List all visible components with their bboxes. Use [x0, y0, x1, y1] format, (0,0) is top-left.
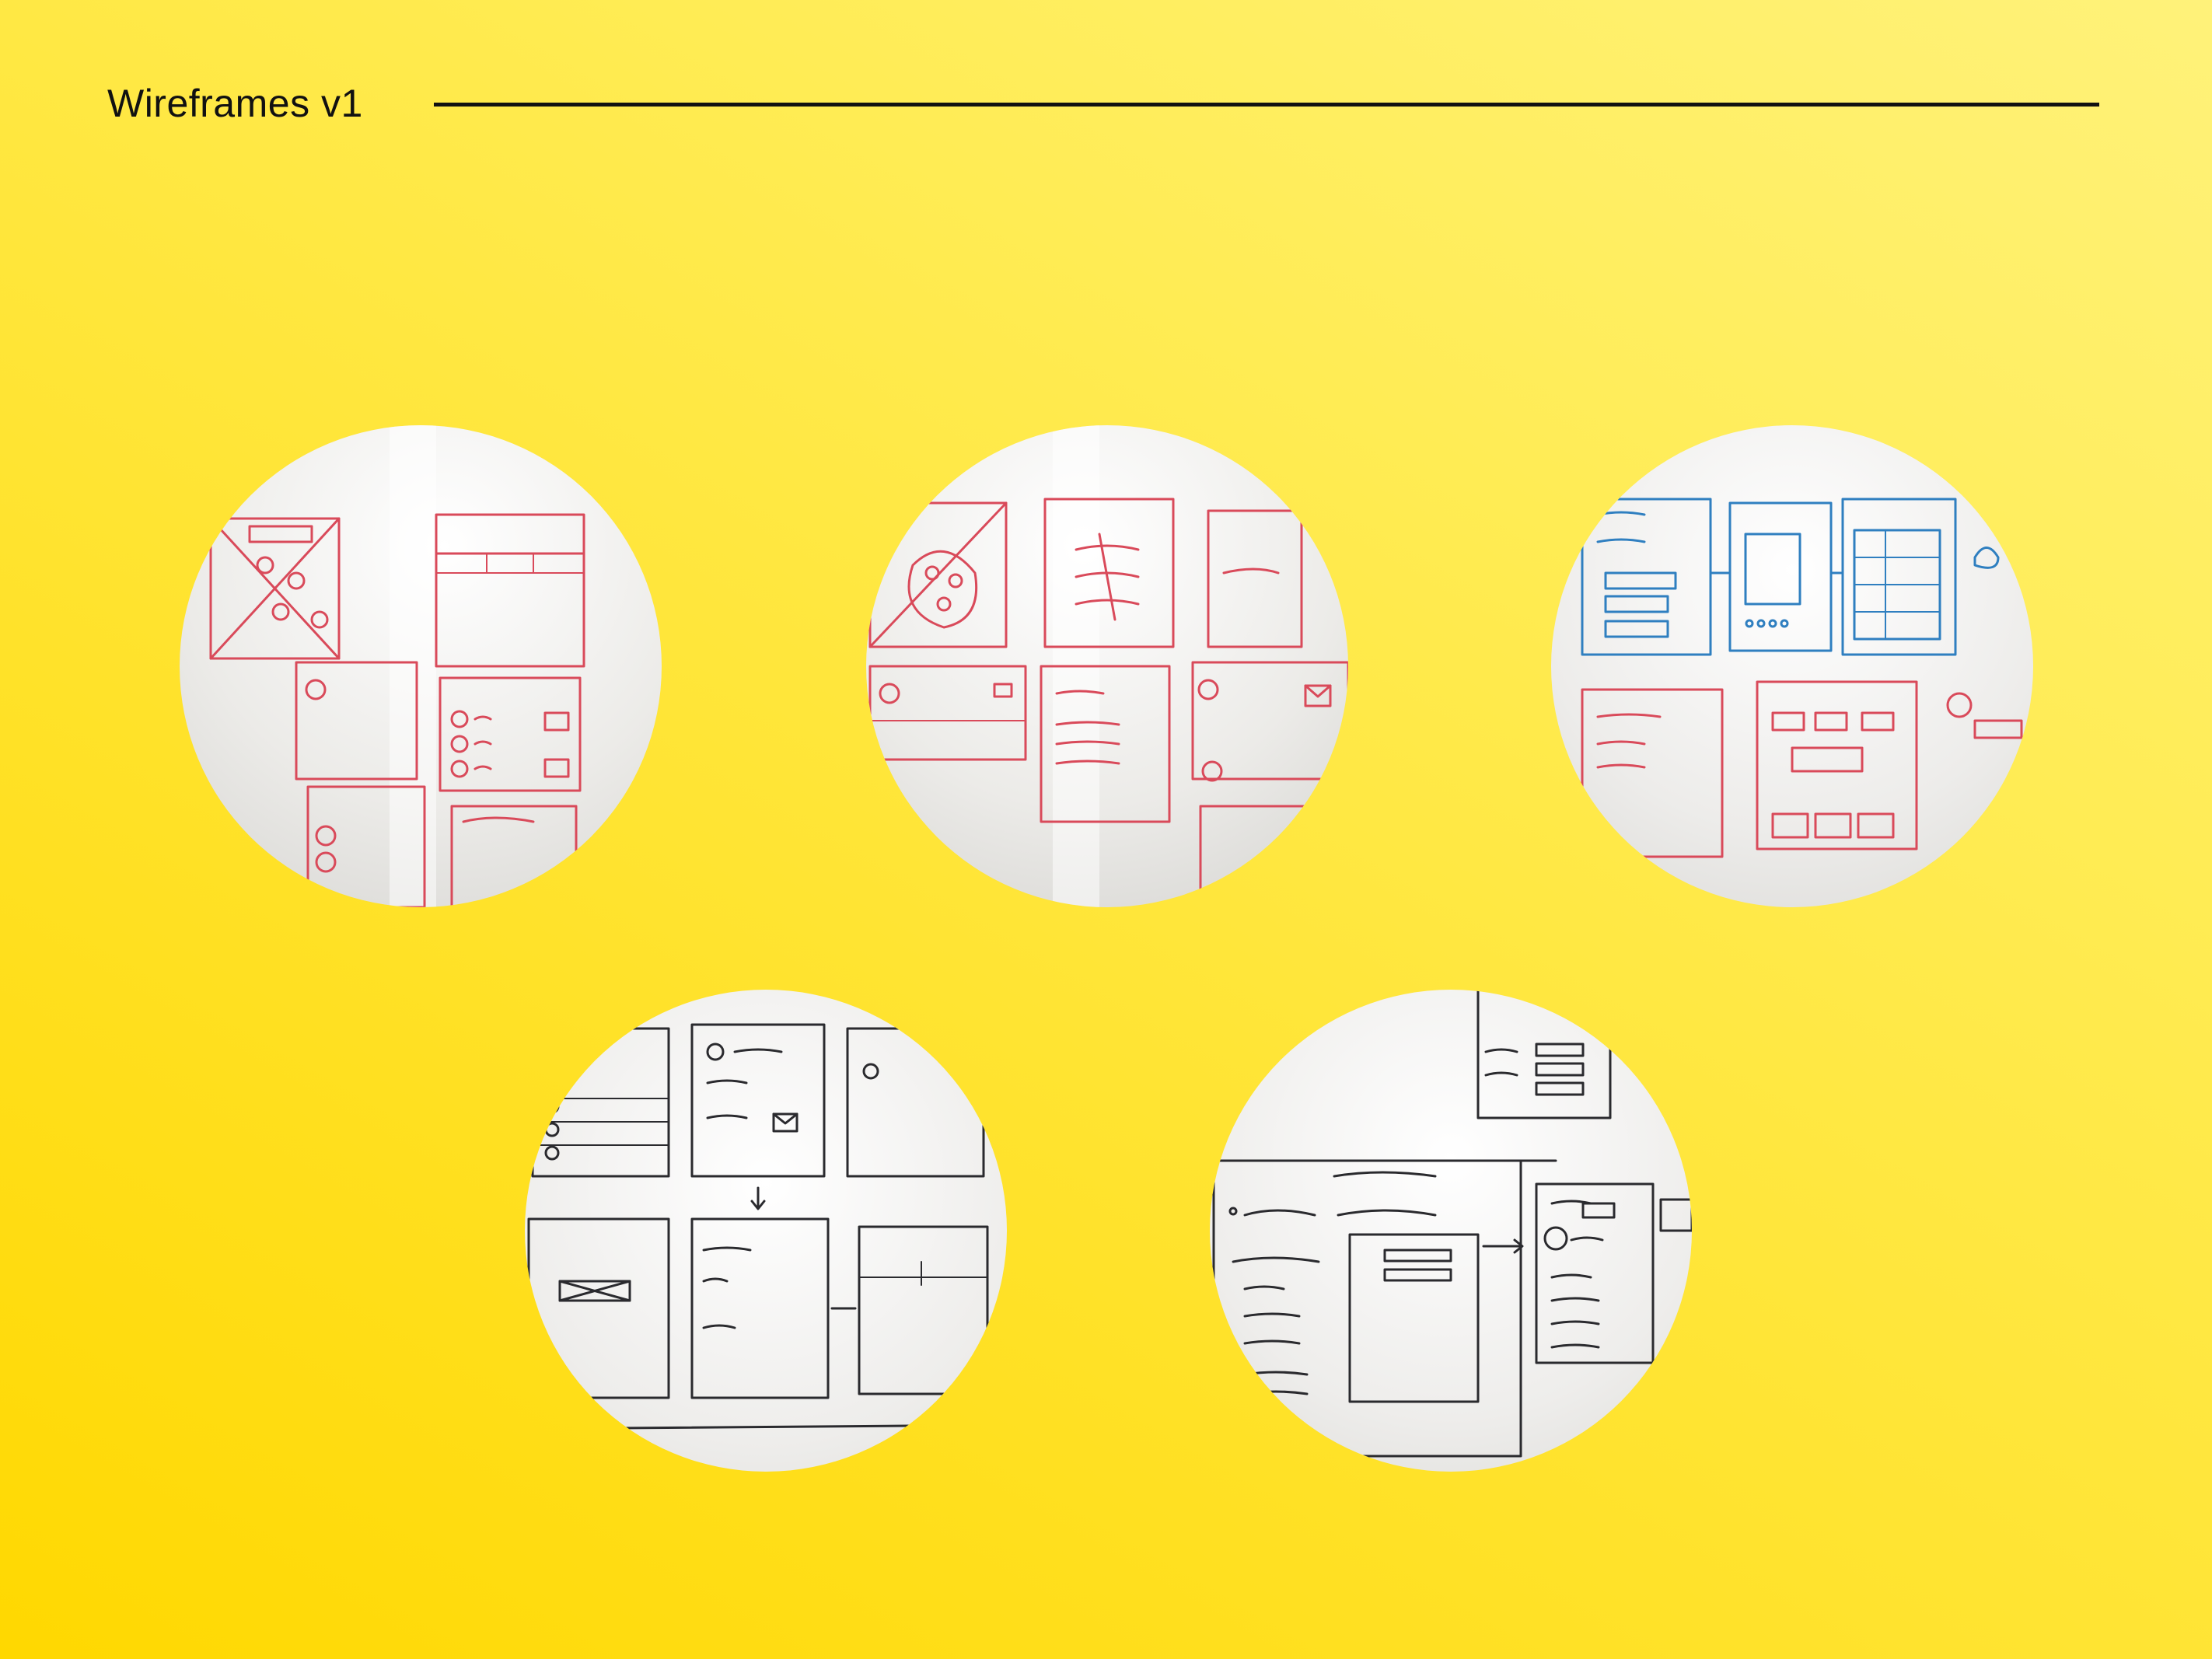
page-title: Wireframes v1 [107, 82, 363, 125]
wireframe-photo-2 [866, 425, 1348, 907]
whiteboard-sketch-image-3 [1551, 425, 2033, 907]
wireframe-photo-5 [1210, 990, 1692, 1472]
page-header: Wireframes v1 [0, 0, 2212, 155]
title-divider [434, 103, 2099, 107]
wireframe-photo-1 [180, 425, 662, 907]
wireframe-photo-4 [525, 990, 1007, 1472]
whiteboard-sketch-image-5 [1210, 990, 1692, 1472]
wireframe-photo-3 [1551, 425, 2033, 907]
whiteboard-sketch-image-1 [180, 425, 662, 907]
whiteboard-sketch-image-4 [525, 990, 1007, 1472]
whiteboard-sketch-image-2 [866, 425, 1348, 907]
